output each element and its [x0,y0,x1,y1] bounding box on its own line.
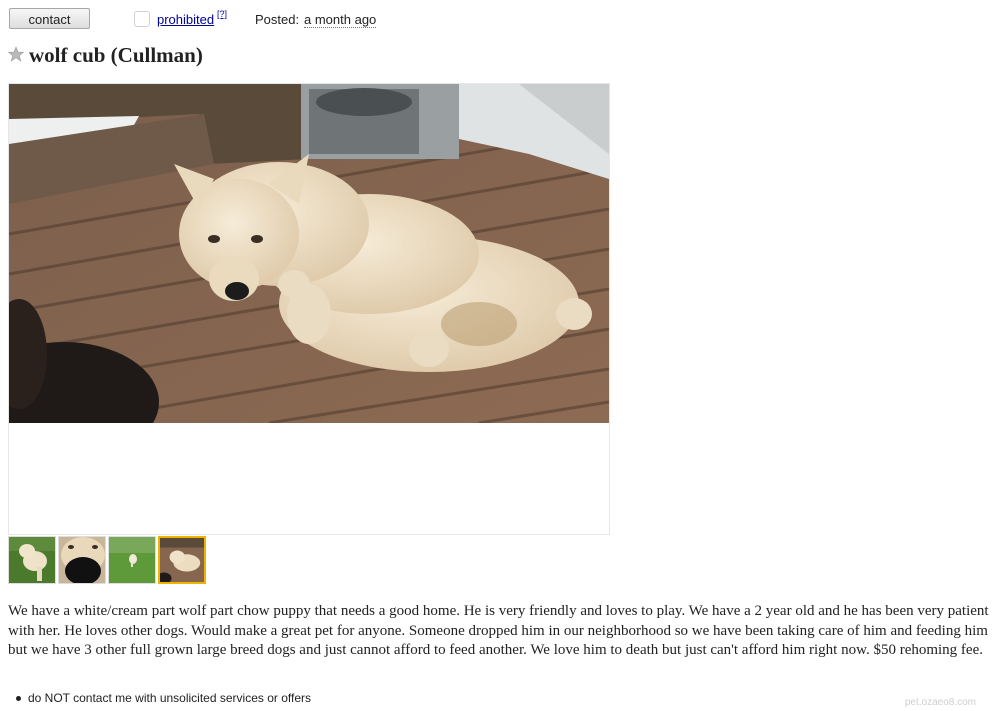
flag-checkbox[interactable] [134,11,150,27]
posting-body: We have a white/cream part wolf part cho… [8,603,989,658]
dog-on-deck-photo [9,84,609,423]
notice-text: do NOT contact me with unsolicited servi… [28,691,312,705]
dog-far-on-grass-thumb [109,537,155,583]
flag-help-link[interactable]: [?] [217,9,227,19]
notice-item: do NOT contact me with unsolicited servi… [8,691,608,705]
contact-button[interactable]: contact [9,8,90,29]
prohibited-link[interactable]: prohibited [157,12,214,27]
posted-label: Posted: [255,12,300,27]
posting-page: contact prohibited [?] Posted: a month a… [0,0,1002,711]
notices-list: do NOT contact me with unsolicited servi… [8,691,608,705]
thumbnail-1[interactable] [8,536,56,584]
thumbnail-2[interactable] [58,536,106,584]
image-gallery[interactable] [8,83,610,535]
dog-on-deck-thumb [160,538,204,582]
posting-title: wolf cub (Cullman) [29,43,203,67]
watermark: pet.ozaeo8.com [904,697,976,708]
dog-closeup-thumb [59,537,105,583]
thumbnail-4-selected[interactable] [158,536,206,584]
posted-date: a month ago [304,12,377,28]
thumbnail-3[interactable] [108,536,156,584]
posting-actions-bar: contact prohibited [?] Posted: a month a… [9,8,609,30]
favorite-star-icon[interactable] [8,46,24,62]
dog-on-grass-thumb [9,537,55,583]
bullet-icon [16,696,21,701]
